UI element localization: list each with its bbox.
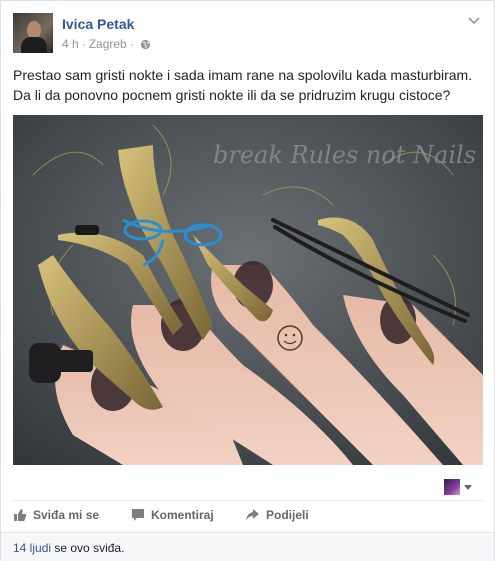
post-location[interactable]: Zagreb [89,37,127,51]
share-label: Podijeli [266,508,309,522]
likes-count-link[interactable]: 14 ljudi [13,541,51,555]
author-avatar[interactable] [13,13,53,53]
comment-label: Komentiraj [151,508,214,522]
speech-bubble-icon [132,509,144,521]
globe-icon[interactable] [140,39,151,50]
like-label: Sviđa mi se [33,508,100,522]
post-time[interactable]: 4 h [62,37,79,51]
meta-separator: · [129,37,134,51]
caret-down-icon[interactable] [464,484,472,490]
likes-suffix: se ovo sviđa. [54,541,125,555]
author-name[interactable]: Ivica Petak [62,16,134,32]
chevron-down-icon[interactable] [466,13,482,29]
post-text-line: Da li da ponovno pocnem gristi nokte ili… [13,87,451,103]
post-meta: 4 h · Zagreb · [62,37,151,51]
share-button[interactable]: Podijeli [245,508,309,522]
page-avatar[interactable] [444,479,460,495]
post-card: Ivica Petak 4 h · Zagreb · Prestao sam g… [0,0,495,561]
image-watermark: break Rules not Nails [213,141,476,169]
meta-separator: · [81,37,86,51]
divider [13,500,483,501]
comment-button[interactable]: Komentiraj [131,508,245,522]
post-actions: Sviđa mi se Komentiraj Podijeli [13,508,309,522]
post-text-line: Prestao sam gristi nokte i sada imam ran… [13,67,473,83]
post-text: Prestao sam gristi nokte i sada imam ran… [13,65,483,105]
likes-summary: 14 ljudi se ovo sviđa. [1,532,494,561]
post-photo[interactable]: break Rules not Nails [13,115,483,465]
reaction-selector[interactable] [444,479,472,495]
share-arrow-icon [246,509,259,521]
like-button[interactable]: Sviđa mi se [13,508,131,522]
photo-illustration: break Rules not Nails [13,115,483,465]
thumbs-up-icon [14,509,27,521]
